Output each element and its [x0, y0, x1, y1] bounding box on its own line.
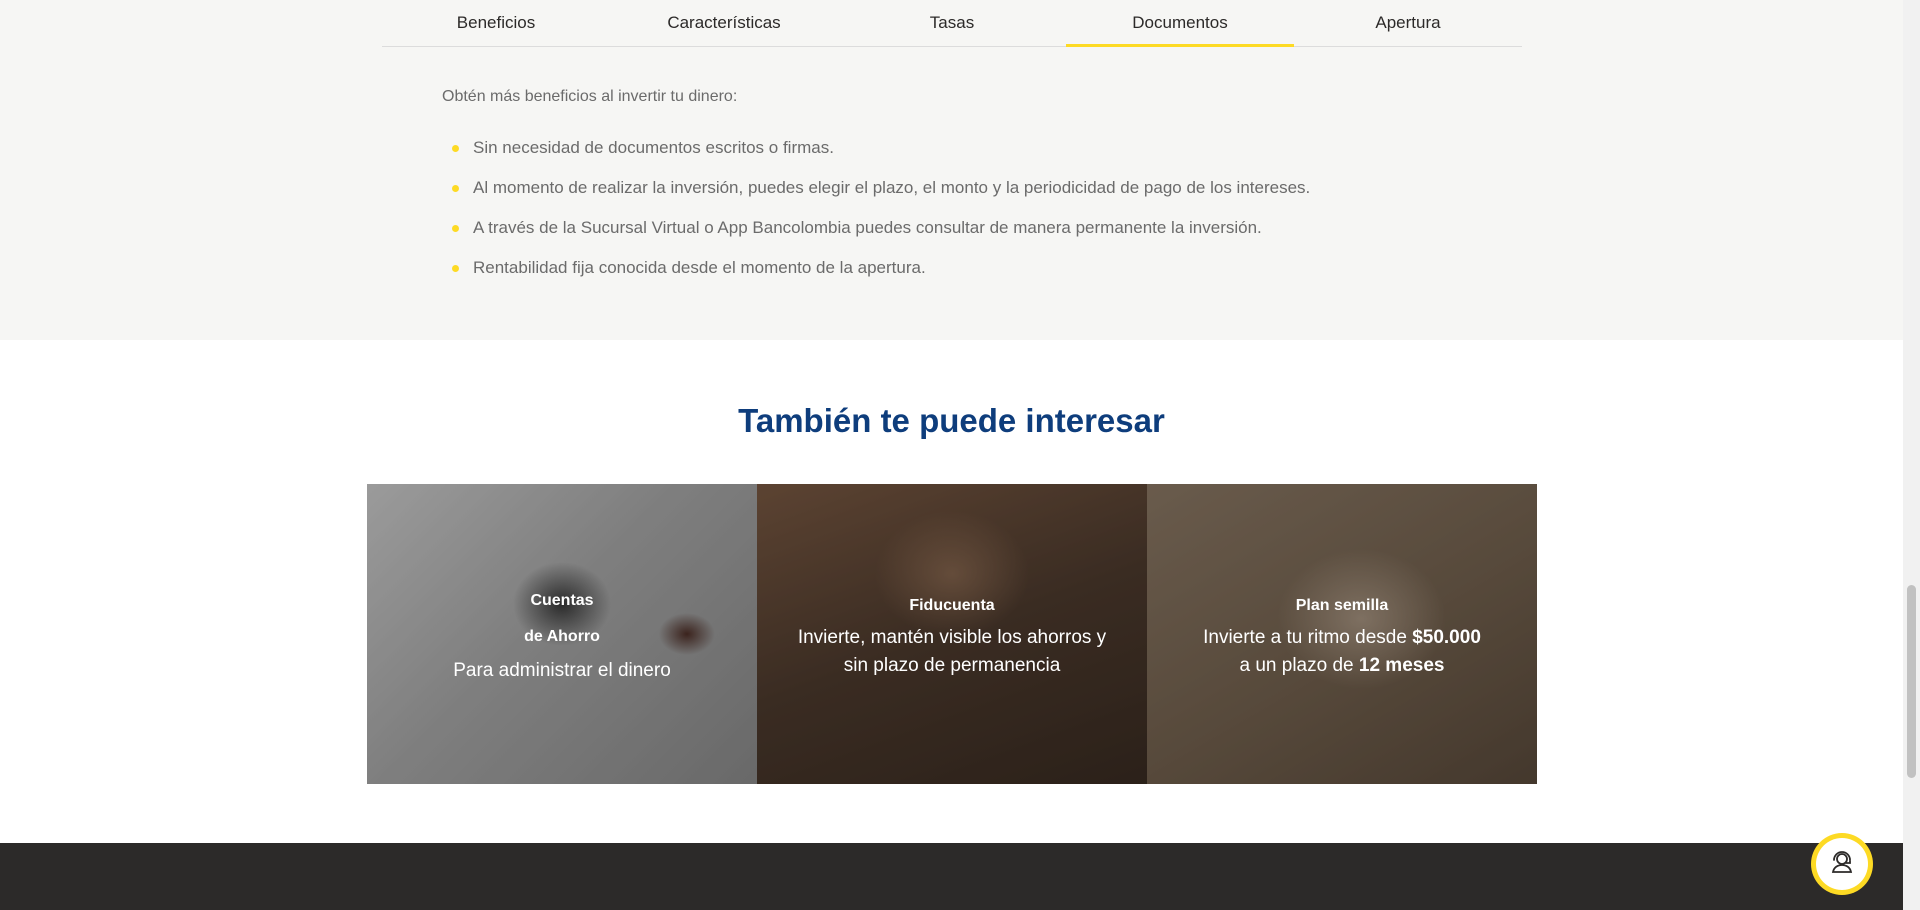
card-plan-semilla[interactable]: Plan semilla Invierte a tu ritmo desde $…	[1147, 484, 1537, 784]
card-desc-text: Invierte a tu ritmo desde	[1203, 627, 1413, 648]
card-title: Cuentas de Ahorro	[502, 583, 622, 655]
bullet-icon	[452, 185, 459, 192]
vertical-scrollbar[interactable]	[1903, 0, 1920, 910]
benefits-intro: Obtén más beneficios al invertir tu dine…	[442, 88, 738, 105]
card-desc-term: 12 meses	[1358, 655, 1445, 676]
card-description: Invierte a tu ritmo desde $50.000 a un p…	[1163, 624, 1521, 680]
help-chat-button[interactable]	[1811, 833, 1873, 895]
bullet-icon	[452, 225, 459, 232]
list-item: Rentabilidad fija conocida desde el mome…	[452, 256, 1310, 296]
tab-caracteristicas[interactable]: Características	[610, 0, 838, 46]
list-item: A través de la Sucursal Virtual o App Ba…	[452, 216, 1310, 256]
product-tabs: Beneficios Características Tasas Documen…	[382, 0, 1522, 47]
card-desc-text: a un plazo de	[1239, 655, 1359, 676]
benefits-list: Sin necesidad de documentos escritos o f…	[452, 136, 1310, 296]
related-cards: Cuentas de Ahorro Para administrar el di…	[367, 484, 1537, 784]
scrollbar-thumb[interactable]	[1907, 585, 1916, 778]
card-title: Plan semilla	[1295, 597, 1389, 614]
card-title-line: Cuentas	[530, 592, 594, 609]
help-chat-inner	[1816, 838, 1868, 890]
card-title-line: de Ahorro	[524, 628, 600, 645]
page-footer	[0, 843, 1903, 910]
bullet-icon	[452, 265, 459, 272]
tab-beneficios[interactable]: Beneficios	[382, 0, 610, 46]
benefit-text: Rentabilidad fija conocida desde el mome…	[473, 258, 926, 277]
tab-documentos[interactable]: Documentos	[1066, 0, 1294, 47]
benefit-text: Sin necesidad de documentos escritos o f…	[473, 138, 834, 157]
benefit-text: Al momento de realizar la inversión, pue…	[473, 178, 1311, 197]
card-description: Invierte, mantén visible los ahorros y s…	[758, 624, 1146, 680]
card-desc-amount: $50.000	[1412, 627, 1481, 648]
card-desc-line: sin plazo de permanencia	[843, 655, 1061, 676]
tab-tasas[interactable]: Tasas	[838, 0, 1066, 46]
card-desc-line: Invierte, mantén visible los ahorros y	[797, 627, 1107, 648]
card-cuentas-de-ahorro[interactable]: Cuentas de Ahorro Para administrar el di…	[367, 484, 757, 784]
card-description: Para administrar el dinero	[453, 660, 671, 681]
benefit-text: A través de la Sucursal Virtual o App Ba…	[473, 218, 1262, 237]
tab-apertura[interactable]: Apertura	[1294, 0, 1522, 46]
list-item: Al momento de realizar la inversión, pue…	[452, 176, 1310, 216]
related-heading: También te puede interesar	[738, 402, 1165, 439]
card-title: Fiducuenta	[909, 597, 995, 614]
related-section: También te puede interesar Cuentas de Ah…	[0, 340, 1903, 843]
support-agent-icon	[1828, 848, 1856, 881]
bullet-icon	[452, 145, 459, 152]
list-item: Sin necesidad de documentos escritos o f…	[452, 136, 1310, 176]
card-fiducuenta[interactable]: Fiducuenta Invierte, mantén visible los …	[757, 484, 1147, 784]
